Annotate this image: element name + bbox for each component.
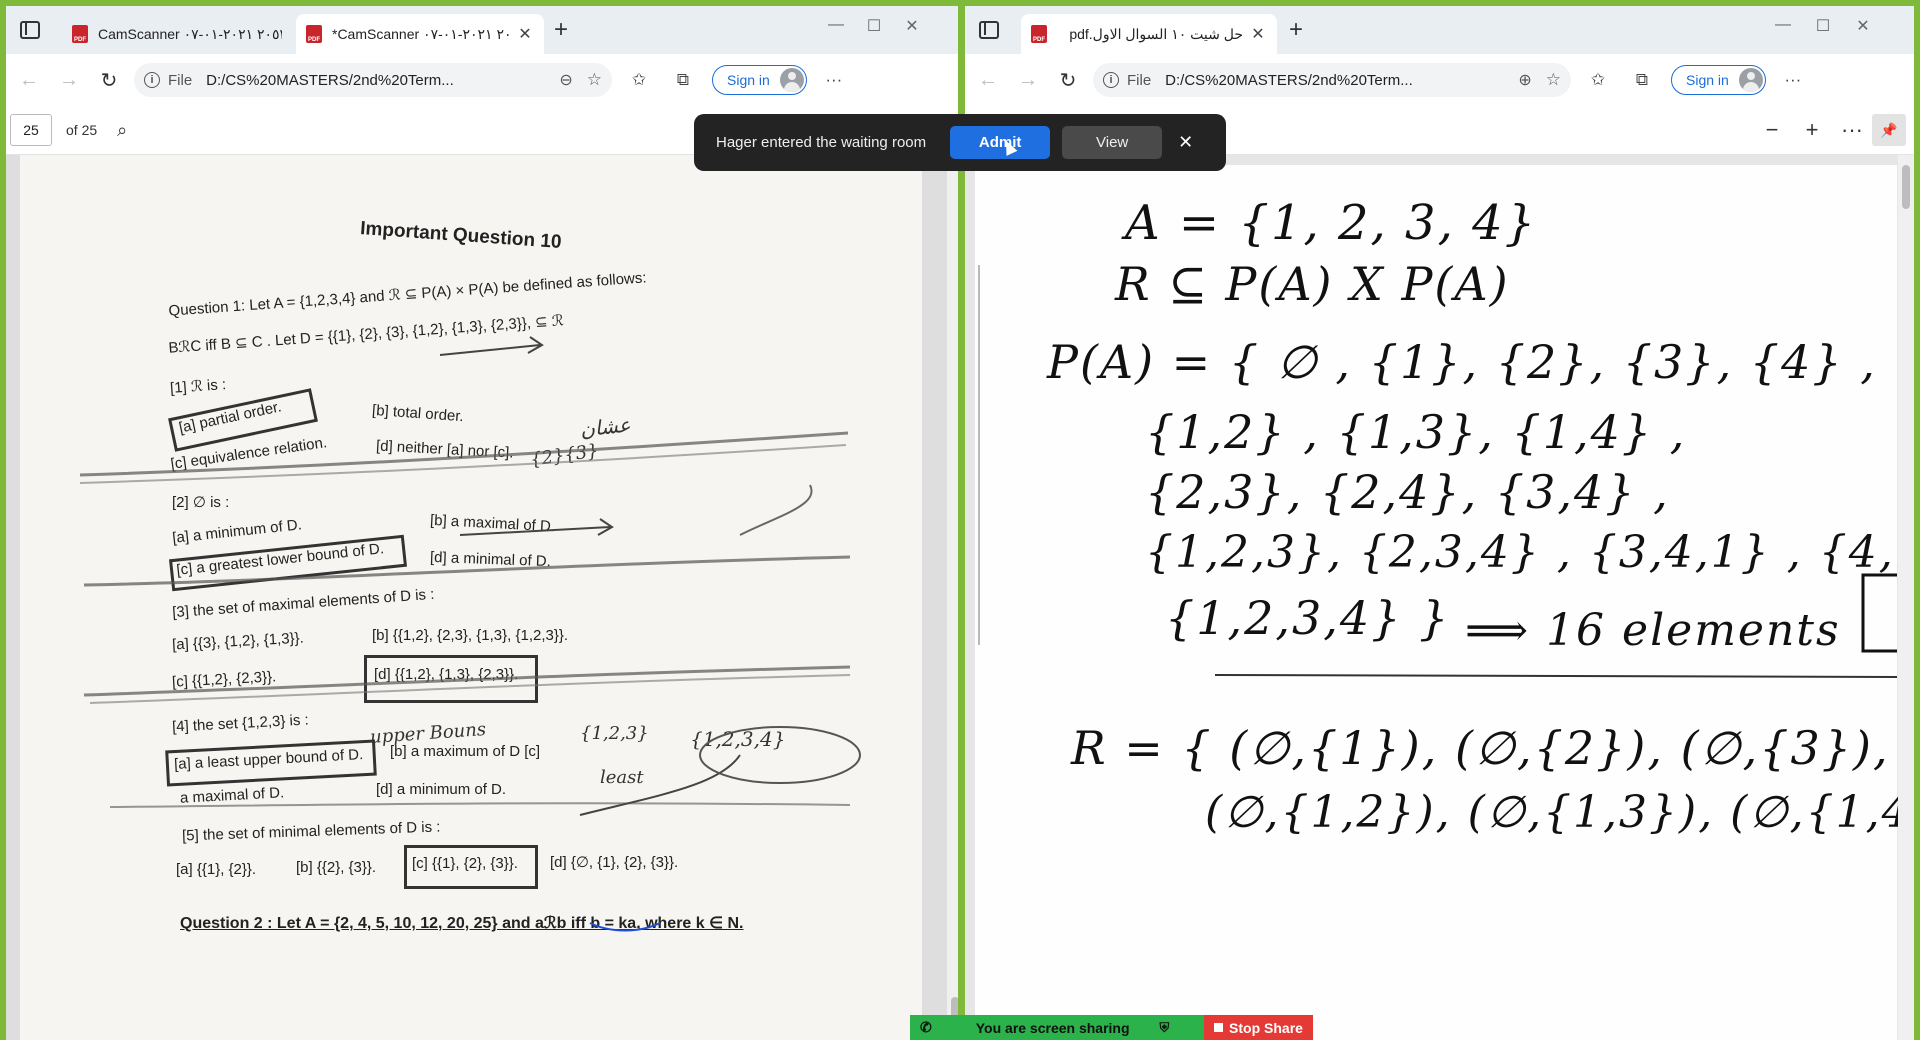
scanned-page: Important Question 10 Question 1: Let A … (20, 155, 922, 1040)
scribble-lines (79, 336, 861, 932)
maximize-button[interactable]: ☐ (856, 16, 892, 36)
add-favorite-icon[interactable]: ☆ (587, 70, 602, 90)
url-field[interactable]: i File D:/CS%20MASTERS/2nd%20Term... ⊕ ☆ (1093, 63, 1571, 97)
pdf-icon: PDF (1031, 25, 1047, 43)
info-icon[interactable]: i (144, 72, 160, 88)
url-scheme: File (168, 71, 193, 89)
address-bar: ← → ↻ i File D:/CS%20MASTERS/2nd%20Term.… (6, 54, 963, 106)
zoom-in-icon[interactable]: + (1792, 117, 1832, 143)
sign-in-label: Sign in (1686, 72, 1729, 88)
sharing-status-text: You are screen sharing (975, 1019, 1130, 1036)
search-icon[interactable]: ⌕ (117, 120, 127, 141)
close-window-button[interactable]: ✕ (894, 16, 930, 36)
favorites-icon[interactable]: ✩ (622, 63, 656, 97)
stop-icon (1214, 1023, 1224, 1032)
page-count: of 25 (66, 122, 98, 138)
add-favorite-icon[interactable]: ☆ (1546, 70, 1561, 90)
zoom-out-icon[interactable]: − (1752, 117, 1792, 143)
tab-strip: PDF CamScanner ٢٠٥٢ ٢٠٢١-٠١-٠٧.pdf PDF *… (6, 6, 963, 54)
new-tab-button[interactable]: + (1281, 18, 1311, 42)
stop-share-button[interactable]: Stop Share (1204, 1015, 1313, 1040)
tab-solution-sheet[interactable]: PDF pdf.حل شيت ١٠ السوال الاول ✕ (1021, 14, 1277, 54)
close-tab-icon[interactable]: ✕ (1249, 24, 1267, 44)
handwritten-page: A = {1, 2, 3, 4} R ⊆ P(A) X P(A) P(A) = … (975, 165, 1914, 1040)
stop-share-label: Stop Share (1229, 1019, 1303, 1036)
more-menu-icon[interactable]: ··· (1776, 63, 1810, 97)
back-button[interactable]: ← (12, 63, 46, 97)
screen-share-bar: ✆ You are screen sharing ⛨ Stop Share (910, 1015, 1313, 1040)
refresh-button[interactable]: ↻ (1051, 63, 1085, 97)
url-text: D:/CS%20MASTERS/2nd%20Term... (206, 71, 454, 89)
back-button[interactable]: ← (971, 63, 1005, 97)
vertical-scrollbar[interactable] (1898, 155, 1914, 1040)
url-field[interactable]: i File D:/CS%20MASTERS/2nd%20Term... ⊖ ☆ (134, 63, 612, 97)
tab-title: pdf.حل شيت ١٠ السوال الاول (1069, 25, 1243, 42)
close-tab-icon[interactable]: ✕ (516, 24, 534, 44)
forward-button[interactable]: → (1011, 63, 1045, 97)
refresh-button[interactable]: ↻ (92, 63, 126, 97)
url-scheme: File (1127, 71, 1152, 89)
favorites-icon[interactable]: ✩ (1581, 63, 1615, 97)
tab-strip: PDF pdf.حل شيت ١٠ السوال الاول ✕ + — ☐ ✕ (965, 6, 1914, 54)
pdf-icon: PDF (72, 25, 88, 43)
pdf-viewer-left: Important Question 10 Question 1: Let A … (6, 155, 963, 1040)
minimize-button[interactable]: — (818, 16, 854, 34)
view-button[interactable]: View (1062, 126, 1163, 159)
zoom-out-icon[interactable]: ⊖ (559, 70, 572, 90)
forward-button[interactable]: → (52, 63, 86, 97)
tab-actions-icon (979, 21, 999, 39)
tab-title: *CamScanner ٢٠٥٢ ٢٠٢١-٠١-٠٧.pdf (332, 25, 510, 42)
collections-icon[interactable]: ⧉ (1625, 63, 1659, 97)
sign-in-button[interactable]: Sign in (712, 65, 807, 95)
tab-actions-button[interactable] (971, 14, 1007, 46)
new-tab-button[interactable]: + (546, 18, 576, 42)
url-text: D:/CS%20MASTERS/2nd%20Term... (1165, 71, 1413, 89)
tab-title: CamScanner ٢٠٥٢ ٢٠٢١-٠١-٠٧.pdf (98, 25, 282, 42)
scrollbar-thumb[interactable] (1902, 165, 1910, 209)
pdf-viewer-right: A = {1, 2, 3, 4} R ⊆ P(A) X P(A) P(A) = … (965, 155, 1914, 1040)
phone-icon: ✆ (920, 1019, 932, 1035)
waiting-room-notification: Hager entered the waiting room Admit Vie… (694, 114, 1226, 171)
more-options-icon[interactable]: ··· (1832, 117, 1872, 143)
tab-actions-icon (20, 21, 40, 39)
more-menu-icon[interactable]: ··· (817, 63, 851, 97)
close-notification-icon[interactable]: ✕ (1178, 132, 1193, 153)
sharing-status: ✆ You are screen sharing ⛨ (910, 1015, 1204, 1040)
notification-message: Hager entered the waiting room (716, 134, 927, 151)
tab-camscanner-1[interactable]: PDF CamScanner ٢٠٥٢ ٢٠٢١-٠١-٠٧.pdf (62, 14, 292, 54)
pin-toolbar-icon[interactable]: 📌 (1872, 114, 1906, 146)
maximize-button[interactable]: ☐ (1805, 16, 1841, 36)
pdf-icon: PDF (306, 25, 322, 43)
collections-icon[interactable]: ⧉ (666, 63, 700, 97)
sign-in-label: Sign in (727, 72, 770, 88)
page-rules (978, 265, 1897, 678)
shield-check-icon: ⛨ (1159, 1019, 1170, 1035)
zoom-in-icon[interactable]: ⊕ (1518, 70, 1531, 90)
page-number-input[interactable]: 25 (10, 114, 52, 146)
close-window-button[interactable]: ✕ (1845, 16, 1881, 36)
tab-actions-button[interactable] (12, 14, 48, 46)
minimize-button[interactable]: — (1765, 16, 1801, 34)
avatar (1738, 68, 1763, 92)
sign-in-button[interactable]: Sign in (1671, 65, 1766, 95)
tab-camscanner-2[interactable]: PDF *CamScanner ٢٠٥٢ ٢٠٢١-٠١-٠٧.pdf ✕ (296, 14, 544, 54)
avatar (779, 68, 804, 92)
info-icon[interactable]: i (1103, 72, 1119, 88)
address-bar: ← → ↻ i File D:/CS%20MASTERS/2nd%20Term.… (965, 54, 1914, 106)
